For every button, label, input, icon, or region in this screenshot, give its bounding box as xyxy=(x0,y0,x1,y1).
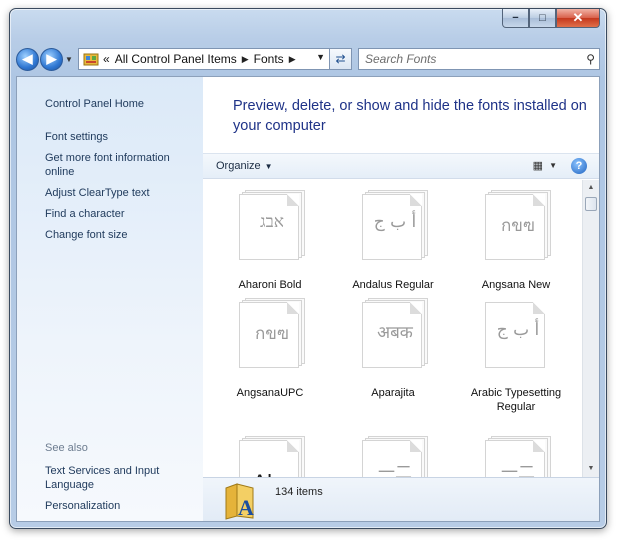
vertical-scrollbar[interactable]: ▲ ▼ xyxy=(582,180,599,477)
font-page-icon: 一二 xyxy=(485,436,551,477)
scroll-up-icon[interactable]: ▲ xyxy=(583,180,599,196)
font-name: Andalus Regular xyxy=(352,279,434,291)
change-font-size-link[interactable]: Change font size xyxy=(45,228,195,242)
breadcrumb-overflow[interactable]: « xyxy=(103,52,110,66)
text-services-link[interactable]: Text Services and Input Language xyxy=(45,464,195,492)
task-pane: Control Panel Home Font settings Get mor… xyxy=(17,77,203,521)
recent-pages-dropdown[interactable]: ▼ xyxy=(64,55,74,64)
font-name: Angsana New xyxy=(481,279,551,291)
font-preview-glyph: กขฃ xyxy=(501,216,535,236)
address-dropdown-icon[interactable]: ▼ xyxy=(316,52,325,62)
address-bar[interactable]: « All Control Panel Items ▶ Fonts ▶ ▼ xyxy=(78,48,330,70)
font-preview-glyph: أ ب ج xyxy=(496,320,540,340)
fonts-pane: Preview, delete, or show and hide the fo… xyxy=(203,77,599,521)
minimize-button[interactable]: − xyxy=(502,9,529,28)
breadcrumb-separator-icon[interactable]: ▶ xyxy=(242,54,249,65)
font-page-icon: กขฃ xyxy=(239,298,305,368)
refresh-button[interactable]: ⇄ xyxy=(330,48,352,70)
scroll-thumb[interactable] xyxy=(585,197,597,211)
font-preview-glyph: 一二 xyxy=(378,463,412,477)
control-panel-home-link[interactable]: Control Panel Home xyxy=(45,97,195,111)
font-name: AngsanaUPC xyxy=(236,387,304,399)
scroll-down-icon[interactable]: ▼ xyxy=(583,461,599,477)
command-bar: Organize ▼ ▦ ▼ ? xyxy=(203,153,599,179)
item-count: 134 items xyxy=(275,486,323,498)
chevron-down-icon: ▼ xyxy=(264,162,273,171)
svg-text:A: A xyxy=(238,495,254,520)
font-page-icon: 一二 xyxy=(362,436,428,477)
organize-menu[interactable]: Organize ▼ xyxy=(216,160,273,172)
organize-label: Organize xyxy=(216,160,261,172)
font-page-icon: אבג xyxy=(239,190,305,260)
control-panel-icon xyxy=(83,53,99,66)
font-page-icon: กขฃ xyxy=(485,190,551,260)
page-title: Preview, delete, or show and hide the fo… xyxy=(233,98,587,134)
font-page-icon: Abg xyxy=(239,436,305,477)
font-preview-glyph: אבג xyxy=(259,212,284,232)
search-placeholder: Search Fonts xyxy=(365,52,437,66)
see-also-label: See also xyxy=(45,442,88,454)
breadcrumb-all-control-panel-items[interactable]: All Control Panel Items xyxy=(115,52,237,66)
navigation-bar: ◀ ▶ ▼ « All Control Panel Items ▶ Fonts … xyxy=(16,46,600,72)
find-character-link[interactable]: Find a character xyxy=(45,207,195,221)
font-preview-glyph: กขฃ xyxy=(255,324,289,344)
font-grid: אבג Aharoni Bold أ ب ج Andalus Regular ก… xyxy=(203,180,586,477)
caption-buttons: − □ ✕ xyxy=(502,9,600,28)
fonts-folder-icon: A xyxy=(225,483,254,520)
font-page-icon: أ ب ج xyxy=(485,298,551,368)
font-name: Aparajita xyxy=(371,387,415,399)
search-input[interactable]: Search Fonts ⚲ xyxy=(358,48,600,70)
font-preview-glyph: أ ب ج xyxy=(373,212,417,232)
close-button[interactable]: ✕ xyxy=(556,9,600,28)
maximize-button[interactable]: □ xyxy=(529,9,556,28)
font-page-icon: अबक xyxy=(362,298,428,368)
get-more-font-info-link[interactable]: Get more font information online xyxy=(45,151,195,179)
back-arrow-icon[interactable]: ◀ xyxy=(16,47,39,71)
font-preview-glyph: Abg xyxy=(239,470,305,477)
breadcrumb-fonts[interactable]: Fonts xyxy=(254,52,284,66)
font-name: Arabic Typesetting Regular xyxy=(470,387,562,413)
personalization-link[interactable]: Personalization xyxy=(45,499,195,513)
details-pane: A 134 items xyxy=(203,477,599,521)
forward-arrow-icon[interactable]: ▶ xyxy=(40,47,63,71)
help-icon[interactable]: ? xyxy=(571,158,587,174)
view-icon[interactable]: ▦ xyxy=(533,159,543,172)
view-dropdown-icon[interactable]: ▼ xyxy=(549,161,557,170)
adjust-cleartype-link[interactable]: Adjust ClearType text xyxy=(45,186,195,200)
font-settings-link[interactable]: Font settings xyxy=(45,130,195,144)
font-preview-glyph: 一二 xyxy=(501,463,535,477)
search-icon[interactable]: ⚲ xyxy=(586,52,595,66)
breadcrumb-separator-icon[interactable]: ▶ xyxy=(289,54,296,65)
content-area: Control Panel Home Font settings Get mor… xyxy=(16,76,600,522)
font-page-icon: أ ب ج xyxy=(362,190,428,260)
font-name: Aharoni Bold xyxy=(238,279,302,291)
fonts-window: − □ ✕ ◀ ▶ ▼ « All Control Panel Items ▶ … xyxy=(9,8,607,529)
font-preview-glyph: अबक xyxy=(377,323,413,343)
